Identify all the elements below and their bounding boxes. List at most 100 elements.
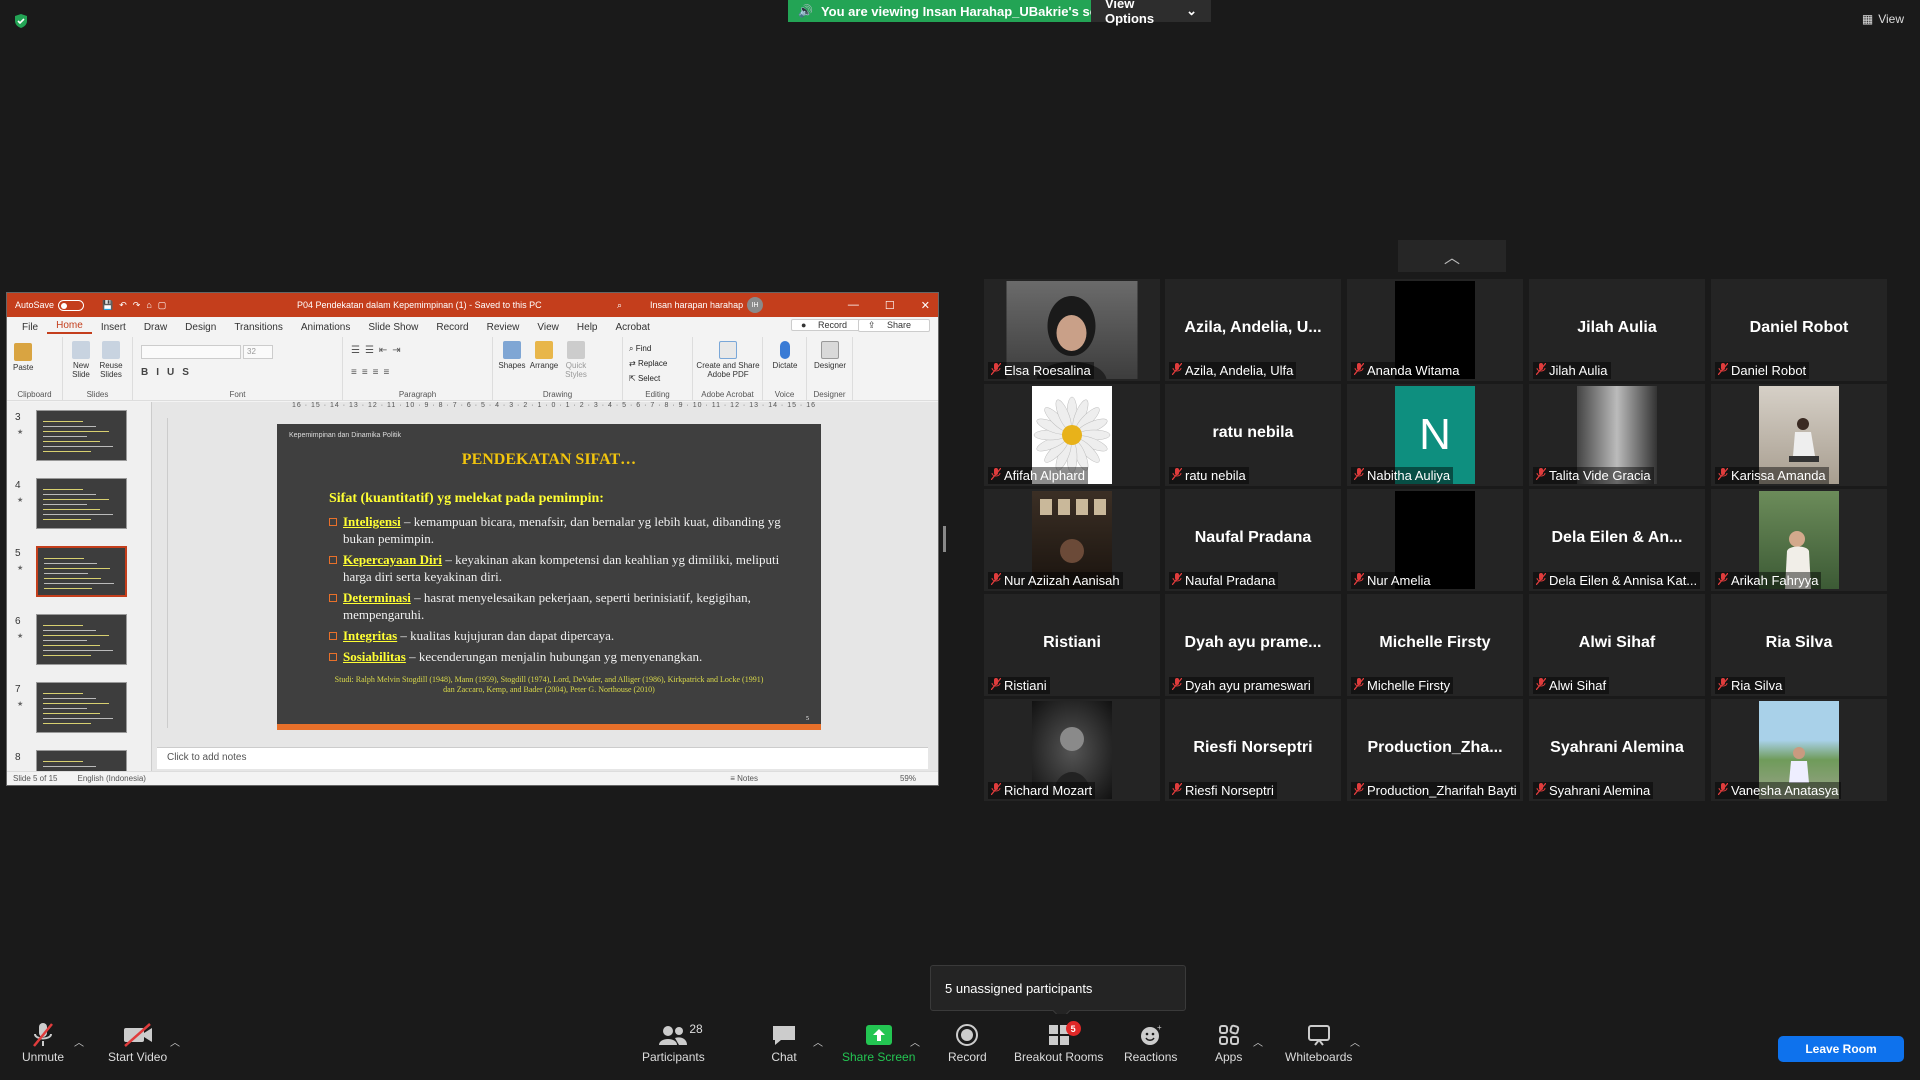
- participant-tile[interactable]: Ristiani Ristiani: [984, 594, 1160, 696]
- record-button[interactable]: Record: [948, 1020, 987, 1064]
- thumbnail-text-line: [43, 499, 109, 500]
- participant-name-label: Elsa Roesalina: [988, 362, 1094, 379]
- participant-tile[interactable]: Talita Vide Gracia: [1529, 384, 1705, 486]
- participant-tile[interactable]: Riesfi Norseptri Riesfi Norseptri: [1165, 699, 1341, 801]
- whiteboards-options-caret-icon[interactable]: ︿: [1350, 1034, 1360, 1049]
- participant-tile[interactable]: Richard Mozart: [984, 699, 1160, 801]
- muted-microphone-icon: [990, 362, 1002, 378]
- muted-microphone-icon: [1171, 677, 1183, 693]
- participant-name: Ananda Witama: [1367, 363, 1460, 378]
- participant-tile[interactable]: Ria Silva Ria Silva: [1711, 594, 1887, 696]
- participant-tile[interactable]: Naufal Pradana Naufal Pradana: [1165, 489, 1341, 591]
- thumbnail-text-line: [43, 718, 113, 719]
- participant-name: ratu nebila: [1185, 468, 1246, 483]
- list-icons: ☰☰⇤⇥: [351, 345, 406, 356]
- participant-tile[interactable]: Vanesha Anatasya: [1711, 699, 1887, 801]
- participant-tile[interactable]: Production_Zha... Production_Zharifah Bay…: [1347, 699, 1523, 801]
- participant-tile[interactable]: Afifah Alphard: [984, 384, 1160, 486]
- thumbnail-text-line: [43, 703, 109, 704]
- apps-label: Apps: [1215, 1050, 1243, 1064]
- muted-microphone-icon: [1353, 572, 1365, 588]
- participant-tile[interactable]: Michelle Firsty Michelle Firsty: [1347, 594, 1523, 696]
- participant-tile[interactable]: Nur Amelia: [1347, 489, 1523, 591]
- unmute-button[interactable]: Unmute: [22, 1020, 64, 1064]
- participant-display-name: Michelle Firsty: [1379, 634, 1491, 651]
- slide-study-references: Studi: Ralph Melvin Stogdill (1948), Man…: [334, 675, 764, 694]
- thumbnail-text-line: [43, 693, 83, 694]
- participant-tile[interactable]: Dela Eilen & An... Dela Eilen & Annisa Ka…: [1529, 489, 1705, 591]
- participant-tile[interactable]: Nur Aziizah Aanisah: [984, 489, 1160, 591]
- reactions-label: Reactions: [1124, 1050, 1178, 1064]
- leave-room-button[interactable]: Leave Room: [1778, 1036, 1904, 1062]
- chevron-up-icon: ︿: [1443, 250, 1460, 267]
- slide-footer-bar: [277, 724, 821, 730]
- encryption-shield-icon[interactable]: [13, 13, 29, 29]
- participant-tile[interactable]: Ananda Witama: [1347, 279, 1523, 381]
- participant-name-label: Richard Mozart: [988, 782, 1096, 799]
- new-slide-icon: [72, 341, 90, 359]
- participant-tile[interactable]: ratu nebila ratu nebila: [1165, 384, 1341, 486]
- chat-options-caret-icon[interactable]: ︿: [813, 1034, 823, 1049]
- gallery-collapse-button[interactable]: ︿: [1398, 240, 1506, 272]
- share-screen-button[interactable]: Share Screen: [842, 1020, 915, 1064]
- reactions-button[interactable]: + Reactions: [1124, 1020, 1177, 1064]
- whiteboards-button[interactable]: Whiteboards: [1285, 1020, 1352, 1064]
- thumbnail-text-line: [43, 451, 91, 452]
- participant-tile[interactable]: Dyah ayu prame... Dyah ayu prameswari: [1165, 594, 1341, 696]
- muted-microphone-icon: [1353, 362, 1365, 378]
- view-options-button[interactable]: View Options ⌄: [1091, 0, 1211, 26]
- participant-tile[interactable]: Azila, Andelia, U... Azila, Andelia, Ulfa: [1165, 279, 1341, 381]
- participant-tile[interactable]: N Nabitha Auliya: [1347, 384, 1523, 486]
- thumbnail-text-line: [43, 421, 83, 422]
- participants-icon: 28: [659, 1020, 703, 1050]
- participant-tile[interactable]: Syahrani Alemina Syahrani Alemina: [1529, 699, 1705, 801]
- ppt-tab-transitions: Transitions: [234, 321, 283, 333]
- participant-tile[interactable]: Elsa Roesalina: [984, 279, 1160, 381]
- audio-options-caret-icon[interactable]: ︿: [74, 1034, 84, 1049]
- apps-options-caret-icon[interactable]: ︿: [1253, 1034, 1263, 1049]
- participant-tile[interactable]: Karissa Amanda: [1711, 384, 1887, 486]
- share-options-caret-icon[interactable]: ︿: [910, 1034, 920, 1049]
- start-video-button[interactable]: Start Video: [108, 1020, 167, 1064]
- video-options-caret-icon[interactable]: ︿: [170, 1034, 180, 1049]
- participant-tile[interactable]: Daniel Robot Daniel Robot: [1711, 279, 1887, 381]
- view-label: View: [1878, 12, 1904, 26]
- participant-name-label: Nabitha Auliya: [1351, 467, 1454, 484]
- ppt-share-label: Share: [886, 320, 911, 330]
- participants-label: Participants: [642, 1050, 705, 1064]
- thumbnail-text-line: [44, 558, 84, 559]
- chat-button[interactable]: Chat: [771, 1020, 797, 1064]
- quick-styles-label: Quick Styles: [565, 361, 587, 379]
- muted-microphone-icon: [990, 467, 1002, 483]
- thumbnail-text-line: [43, 640, 87, 641]
- slide-thumbnail: 6 ★: [11, 614, 141, 670]
- muted-microphone-icon: [1171, 572, 1183, 588]
- thumbnail-text-line: [44, 578, 101, 579]
- participants-button[interactable]: 28 Participants: [642, 1020, 705, 1064]
- ribbon-group-font: 32 BIUS Font: [133, 337, 343, 401]
- thumbnail-number: 3: [15, 412, 21, 423]
- view-button[interactable]: ▦ View: [1862, 12, 1904, 26]
- transition-star-icon: ★: [17, 497, 24, 504]
- chat-label: Chat: [771, 1050, 797, 1064]
- apps-button[interactable]: Apps: [1215, 1020, 1242, 1064]
- participant-name: Afifah Alphard: [1004, 468, 1085, 483]
- participant-name-label: Vanesha Anatasya: [1715, 782, 1842, 799]
- participant-name: Nur Aziizah Aanisah: [1004, 573, 1120, 588]
- slide-thumbnail-pane: 3 ★ 4 ★ 5 ★ 6 ★ 7 ★ 8: [7, 402, 152, 785]
- split-view-handle[interactable]: [943, 526, 946, 552]
- bullet-term: Sosiabilitas: [343, 649, 406, 664]
- participant-tile[interactable]: Arikah Fahryya: [1711, 489, 1887, 591]
- replace-item: ⇄ Replace: [629, 359, 668, 368]
- participant-tile[interactable]: Jilah Aulia Jilah Aulia: [1529, 279, 1705, 381]
- muted-microphone-icon: [1535, 362, 1547, 378]
- bullet-text: – kualitas kujujuran dan dapat dipercaya…: [397, 628, 615, 643]
- ppt-tab-acrobat: Acrobat: [615, 321, 650, 333]
- participant-name-label: Riesfi Norseptri: [1169, 782, 1277, 799]
- create-share-pdf-label: Create and Share Adobe PDF: [696, 361, 760, 379]
- participant-tile[interactable]: Alwi Sihaf Alwi Sihaf: [1529, 594, 1705, 696]
- quick-styles-icon: [567, 341, 585, 359]
- thumbnail-text-line: [43, 766, 96, 767]
- ribbon-group-designer: Designer Designer: [807, 337, 853, 401]
- breakout-rooms-button[interactable]: 5 Breakout Rooms: [1014, 1020, 1103, 1064]
